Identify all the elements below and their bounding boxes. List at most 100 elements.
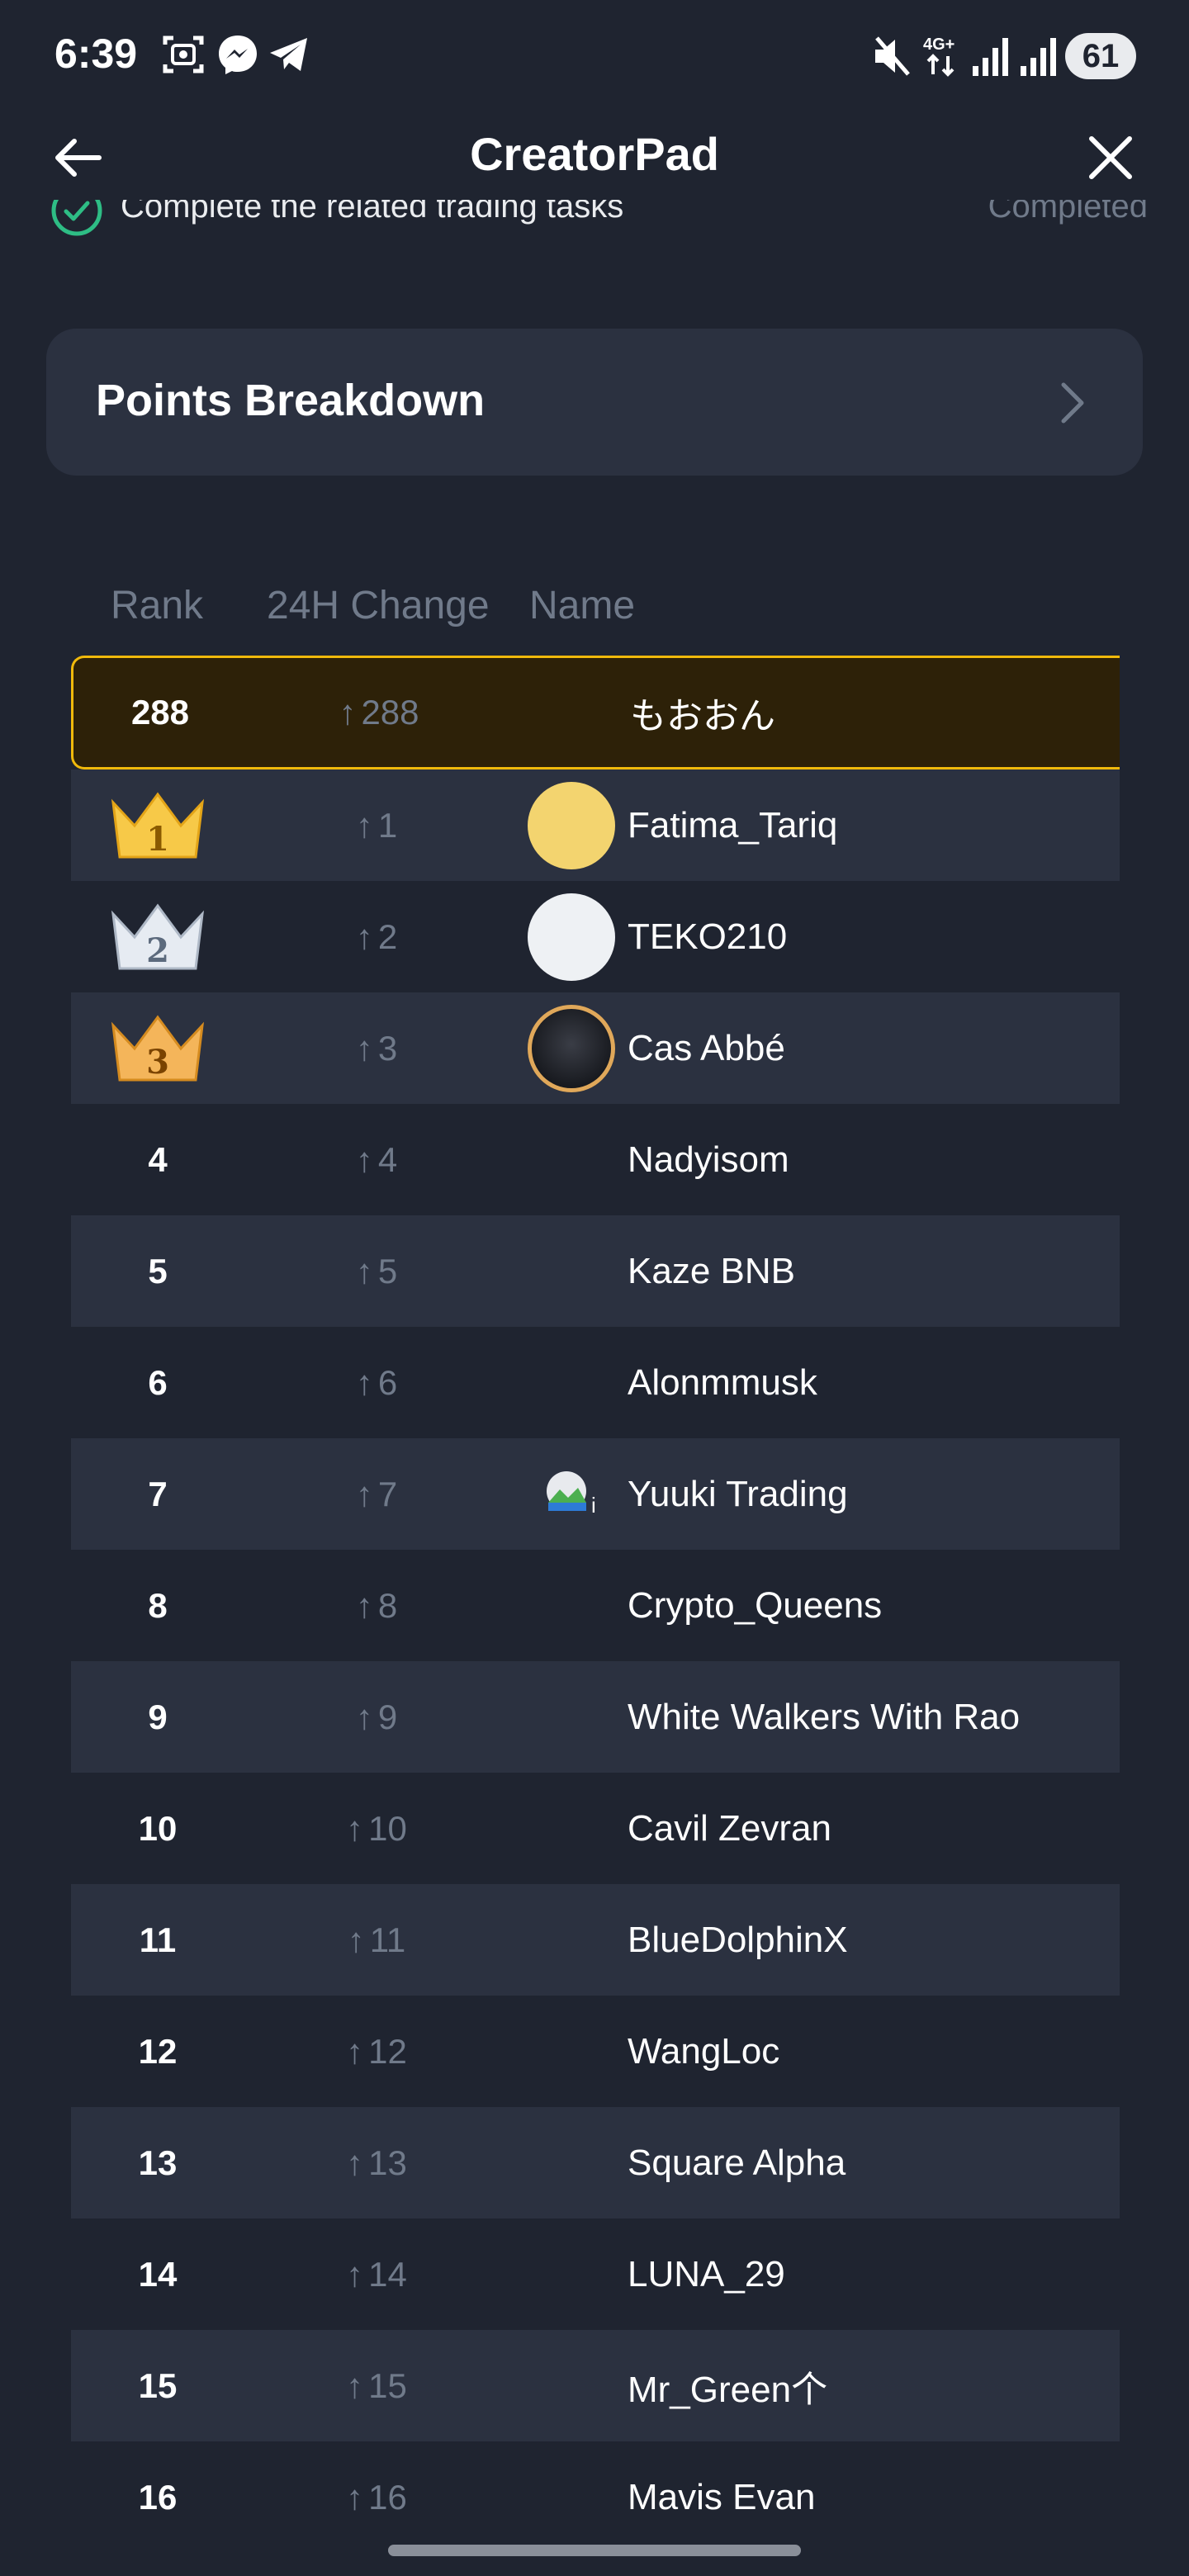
- svg-text:4G+: 4G+: [923, 36, 955, 54]
- user-name: Yuuki Trading: [628, 1473, 848, 1514]
- change-value: ↑ 4: [355, 1139, 398, 1179]
- table-row[interactable]: 10 ↑ 10 Cavil Zevran: [71, 1773, 1120, 1884]
- table-row[interactable]: 6 ↑ 6 Alonmmusk: [71, 1327, 1120, 1438]
- data-icon: 4G+: [923, 36, 955, 77]
- silver-crown-icon: 2: [111, 902, 205, 970]
- arrow-up-icon: ↑: [346, 2365, 364, 2405]
- mute-icon: [875, 36, 910, 76]
- bronze-crown-icon: 3: [111, 1014, 205, 1082]
- gold-crown-icon: 1: [111, 791, 205, 859]
- messenger-icon: [219, 36, 257, 74]
- arrow-up-icon: ↑: [355, 916, 373, 956]
- change-value: ↑ 13: [346, 2143, 407, 2182]
- user-name: BlueDolphinX: [628, 1919, 848, 1960]
- svg-text:i: i: [591, 1493, 596, 1518]
- table-row[interactable]: 12 ↑ 12 WangLoc: [71, 1996, 1120, 2107]
- rank-value: 4: [148, 1139, 168, 1179]
- user-name: もおおん: [630, 696, 775, 736]
- points-breakdown-label: Points Breakdown: [96, 376, 486, 425]
- arrow-up-icon: ↑: [355, 1139, 373, 1179]
- page-title: CreatorPad: [470, 128, 719, 180]
- user-name: Kaze BNB: [628, 1250, 795, 1291]
- arrow-up-icon: ↑: [355, 805, 373, 845]
- battery-indicator: 61: [1065, 33, 1136, 79]
- signal-icon: [1021, 38, 1056, 76]
- user-name: Square Alpha: [628, 2142, 846, 2183]
- arrow-up-icon: ↑: [355, 1697, 373, 1736]
- arrow-up-icon: ↑: [346, 2477, 364, 2517]
- rank-crown: 3: [71, 992, 244, 1104]
- user-name: White Walkers With Rao: [628, 1696, 1021, 1737]
- change-value: ↑ 288: [339, 693, 419, 732]
- svg-text:3: 3: [146, 1043, 169, 1082]
- change-value: ↑ 6: [355, 1362, 398, 1402]
- table-row[interactable]: 2 ↑ 2 TEKO210: [71, 881, 1120, 992]
- change-value: ↑ 2: [355, 916, 398, 956]
- user-name: Mavis Evan: [628, 2476, 816, 2517]
- table-row[interactable]: 14 ↑ 14 LUNA_29: [71, 2218, 1120, 2330]
- points-breakdown-button[interactable]: Points Breakdown: [46, 329, 1143, 476]
- rank-value: 14: [138, 2254, 178, 2294]
- my-rank-row[interactable]: 288 ↑ 288 もおおん: [71, 656, 1120, 769]
- rank-value: 11: [139, 1920, 177, 1959]
- rank-crown: 2: [71, 881, 244, 992]
- broken-image-icon: i: [547, 1471, 596, 1518]
- signal-icon: [973, 38, 1008, 76]
- table-row[interactable]: 3 ↑ 3 Cas Abbé: [71, 992, 1120, 1104]
- avatar: [528, 781, 615, 869]
- arrow-up-icon: ↑: [346, 2143, 364, 2182]
- arrow-up-icon: ↑: [339, 693, 357, 732]
- rank-value: 13: [138, 2143, 178, 2182]
- table-row[interactable]: 11 ↑ 11 BlueDolphinX: [71, 1884, 1120, 1996]
- user-name: Alonmmusk: [628, 1361, 817, 1403]
- user-name: Crypto_Queens: [628, 1584, 883, 1626]
- app-header: CreatorPad: [0, 112, 1189, 200]
- arrow-up-icon: ↑: [346, 1808, 364, 1848]
- column-header-change: 24H Change: [267, 584, 490, 627]
- home-indicator[interactable]: [388, 2545, 801, 2556]
- table-row[interactable]: 4 ↑ 4 Nadyisom: [71, 1104, 1120, 1215]
- user-name: Nadyisom: [628, 1139, 789, 1180]
- leaderboard-list: 288 ↑ 288 もおおん 1 ↑ 1 Fatima_Tariq 2 ↑ 2 TEK…: [71, 656, 1120, 2553]
- table-row[interactable]: 13 ↑ 13 Square Alpha: [71, 2107, 1120, 2218]
- change-value: ↑ 10: [346, 1808, 407, 1848]
- arrow-up-icon: ↑: [355, 1028, 373, 1068]
- user-name: Mr_Green个: [628, 2369, 828, 2410]
- task-label: Complete the related trading tasks: [121, 200, 624, 225]
- rank-value: 9: [148, 1697, 168, 1736]
- change-value: ↑ 5: [355, 1251, 398, 1290]
- rank-value: 288: [130, 693, 190, 732]
- close-icon[interactable]: [1082, 129, 1139, 187]
- rank-value: 6: [148, 1362, 168, 1402]
- status-bar: 6:39 4G+ 61: [0, 0, 1189, 112]
- table-row[interactable]: 7 ↑ 7 i Yuuki Trading: [71, 1438, 1120, 1550]
- arrow-up-icon: ↑: [355, 1362, 373, 1402]
- table-row[interactable]: 1 ↑ 1 Fatima_Tariq: [71, 769, 1120, 881]
- change-value: ↑ 14: [346, 2254, 407, 2294]
- rank-value: 16: [138, 2477, 178, 2517]
- user-name: LUNA_29: [628, 2253, 785, 2294]
- table-row[interactable]: 16 ↑ 16 Mavis Evan: [71, 2441, 1120, 2553]
- rank-value: 7: [148, 1474, 168, 1513]
- table-row[interactable]: 8 ↑ 8 Crypto_Queens: [71, 1550, 1120, 1661]
- telegram-icon: [270, 38, 307, 71]
- change-value: ↑ 16: [346, 2477, 407, 2517]
- change-value: ↑ 7: [355, 1474, 398, 1513]
- user-name: WangLoc: [628, 2030, 780, 2072]
- table-row[interactable]: 15 ↑ 15 Mr_Green个: [71, 2330, 1120, 2441]
- status-time: 6:39: [54, 31, 138, 77]
- change-value: ↑ 11: [347, 1920, 406, 1959]
- change-value: ↑ 1: [355, 805, 398, 845]
- change-value: ↑ 8: [355, 1585, 398, 1625]
- svg-text:2: 2: [146, 931, 169, 970]
- column-header-name: Name: [529, 584, 636, 627]
- table-row[interactable]: 5 ↑ 5 Kaze BNB: [71, 1215, 1120, 1327]
- arrow-up-icon: ↑: [355, 1585, 373, 1625]
- arrow-up-icon: ↑: [355, 1251, 373, 1290]
- rank-value: 10: [138, 1808, 178, 1848]
- screenshot-icon: [163, 36, 204, 73]
- table-row[interactable]: 9 ↑ 9 White Walkers With Rao: [71, 1661, 1120, 1773]
- arrow-up-icon: ↑: [346, 2254, 364, 2294]
- rank-value: 12: [138, 2031, 178, 2071]
- rank-value: 15: [138, 2365, 178, 2405]
